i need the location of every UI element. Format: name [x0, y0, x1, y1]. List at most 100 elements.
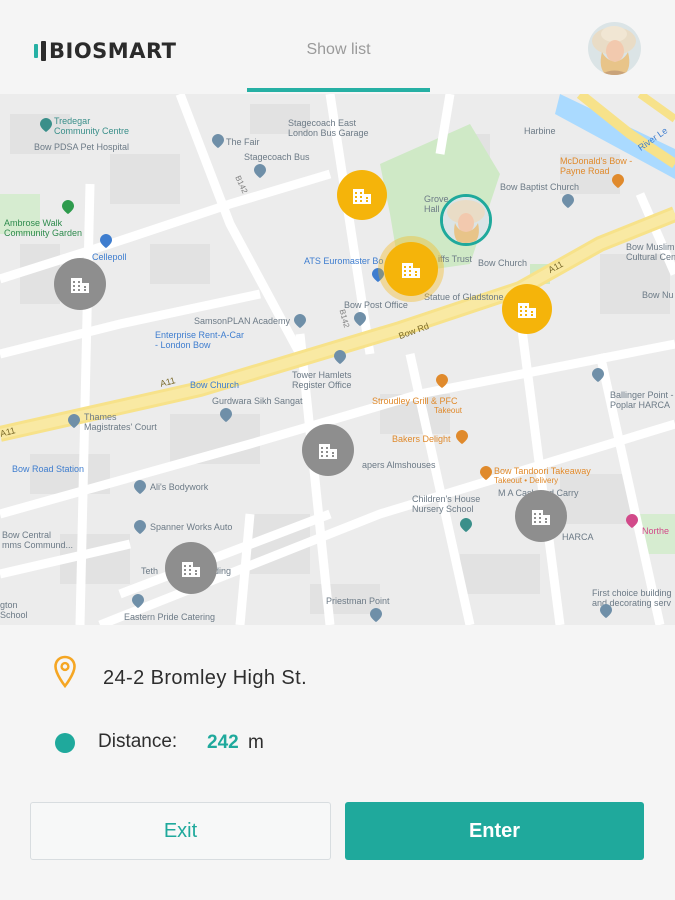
- map-label: Enterprise Rent-A-Car - London Bow: [155, 330, 245, 350]
- building-marker-inactive[interactable]: [165, 542, 217, 594]
- exit-button[interactable]: Exit: [30, 802, 331, 860]
- map-label: Statue of Gladstone: [424, 292, 504, 302]
- poi-icon: [370, 608, 382, 622]
- map-label: Stagecoach East London Bus Garage: [288, 118, 369, 138]
- map-label: Stroudley Grill & PFC: [372, 396, 458, 406]
- distance-dot-icon: [55, 733, 75, 753]
- poi-icon: [592, 368, 604, 382]
- map-label: iffs Trust: [438, 254, 472, 264]
- building-marker-inactive[interactable]: [515, 490, 567, 542]
- map-label: apers Almshouses: [362, 460, 436, 470]
- map-label: Bakers Delight: [392, 434, 451, 444]
- poi-icon: [626, 514, 638, 528]
- distance-row: Distance: 242 m: [0, 725, 675, 761]
- map-label: Cellepoll: [92, 252, 127, 262]
- poi-icon: [134, 480, 146, 494]
- building-marker-inactive[interactable]: [54, 258, 106, 310]
- building-icon: [518, 303, 536, 318]
- map-label: Ali's Bodywork: [150, 482, 209, 492]
- map-label: Ambrose Walk Community Garden: [4, 218, 83, 238]
- enter-button[interactable]: Enter: [345, 802, 644, 860]
- address-text: 24-2 Bromley High St.: [103, 667, 308, 689]
- tab-show-list-label: Show list: [306, 41, 371, 58]
- building-icon: [319, 444, 337, 459]
- tab-active-indicator: [247, 88, 430, 92]
- poi-icon: [354, 312, 366, 326]
- poi-icon: [68, 414, 80, 428]
- poi-icon: [254, 164, 266, 178]
- map-label: Bow Tandoori Takeaway: [494, 466, 591, 476]
- map-label: Stagecoach Bus: [244, 152, 310, 162]
- map-label: Children's House Nursery School: [412, 494, 481, 514]
- map-label: ATS Euromaster Bo: [304, 256, 384, 266]
- poi-icon: [40, 118, 52, 132]
- map-label: Tower Hamlets Register Office: [292, 370, 352, 390]
- building-marker-selected[interactable]: [384, 242, 438, 296]
- map-label: Takeout • Delivery: [494, 476, 559, 485]
- map-label: Ballinger Point - Poplar HARCA: [610, 390, 674, 410]
- poi-icon: [100, 234, 112, 248]
- building-marker-inactive[interactable]: [302, 424, 354, 476]
- map-label: Harbine: [524, 126, 556, 136]
- map-label: Teth: [141, 566, 159, 576]
- user-location-pin[interactable]: [440, 194, 492, 246]
- avatar-image: [588, 22, 641, 75]
- map-label: Northe: [642, 526, 670, 536]
- map-label: Gurdwara Sikh Sangat: [212, 396, 303, 406]
- map-label: Bow Baptist Church: [500, 182, 580, 192]
- poi-icon: [612, 174, 624, 188]
- building-icon: [532, 510, 550, 525]
- address-row: 24-2 Bromley High St.: [0, 655, 675, 699]
- building-icon: [402, 263, 420, 278]
- map-label: The Fair: [226, 137, 260, 147]
- poi-icon: [600, 604, 612, 618]
- distance-label: Distance:: [98, 731, 178, 752]
- map-label: Priestman Point: [326, 596, 390, 606]
- poi-icon: [436, 374, 448, 388]
- map-label: Bow Road Station: [12, 464, 85, 474]
- building-marker-active[interactable]: [502, 284, 552, 334]
- user-location-avatar: [443, 197, 489, 243]
- poi-icon: [460, 518, 472, 532]
- map-label: Tredegar Community Centre: [54, 116, 130, 136]
- building-marker-active[interactable]: [337, 170, 387, 220]
- app-root: BIOSMART Show list A11 A11 A11 Bow Rd B1…: [0, 0, 675, 900]
- poi-icon: [294, 314, 306, 328]
- map-label: SamsonPLAN Academy: [194, 316, 291, 326]
- logo-mark-icon: [34, 41, 46, 61]
- distance-value: 242: [207, 732, 239, 753]
- poi-icon: [562, 194, 574, 208]
- map-label: Bow PDSA Pet Hospital: [34, 142, 130, 152]
- map-label: Eastern Pride Catering: [124, 612, 216, 622]
- map-label: Bow Central mms Commund...: [2, 530, 74, 550]
- poi-icon: [132, 594, 144, 608]
- map-label: Bow Post Office: [344, 300, 408, 310]
- map-label: Bow Church: [478, 258, 528, 268]
- map-label: Bow Church: [190, 380, 240, 390]
- poi-icon: [134, 520, 146, 534]
- poi-icon: [334, 350, 346, 364]
- logo: BIOSMART: [34, 38, 177, 64]
- building-icon: [353, 189, 371, 204]
- map-label: Takeout: [434, 406, 463, 415]
- map-label: Spanner Works Auto: [150, 522, 233, 532]
- user-avatar[interactable]: [588, 22, 641, 75]
- building-icon: [71, 278, 89, 293]
- distance-unit: m: [248, 732, 264, 753]
- map-label: gton School: [0, 600, 28, 620]
- poi-icon: [212, 134, 224, 148]
- poi-icon: [480, 466, 492, 480]
- building-icon: [182, 562, 200, 577]
- map-label: Bow Nu: [642, 290, 674, 300]
- map-label: Bow Muslim Cultural Cen: [626, 242, 675, 262]
- header: BIOSMART Show list: [0, 0, 675, 94]
- map-label: HARCA: [562, 532, 594, 542]
- poi-icon: [220, 408, 232, 422]
- logo-text: BIOSMART: [49, 39, 177, 63]
- location-pin-icon: [54, 655, 76, 689]
- poi-icon: [372, 268, 384, 282]
- map-label: Thames Magistrates' Court: [84, 412, 157, 432]
- tab-show-list[interactable]: Show list: [247, 30, 430, 92]
- map-view[interactable]: A11 A11 A11 Bow Rd B142 B142 Tredegar Com…: [0, 94, 675, 625]
- poi-icon: [62, 200, 74, 214]
